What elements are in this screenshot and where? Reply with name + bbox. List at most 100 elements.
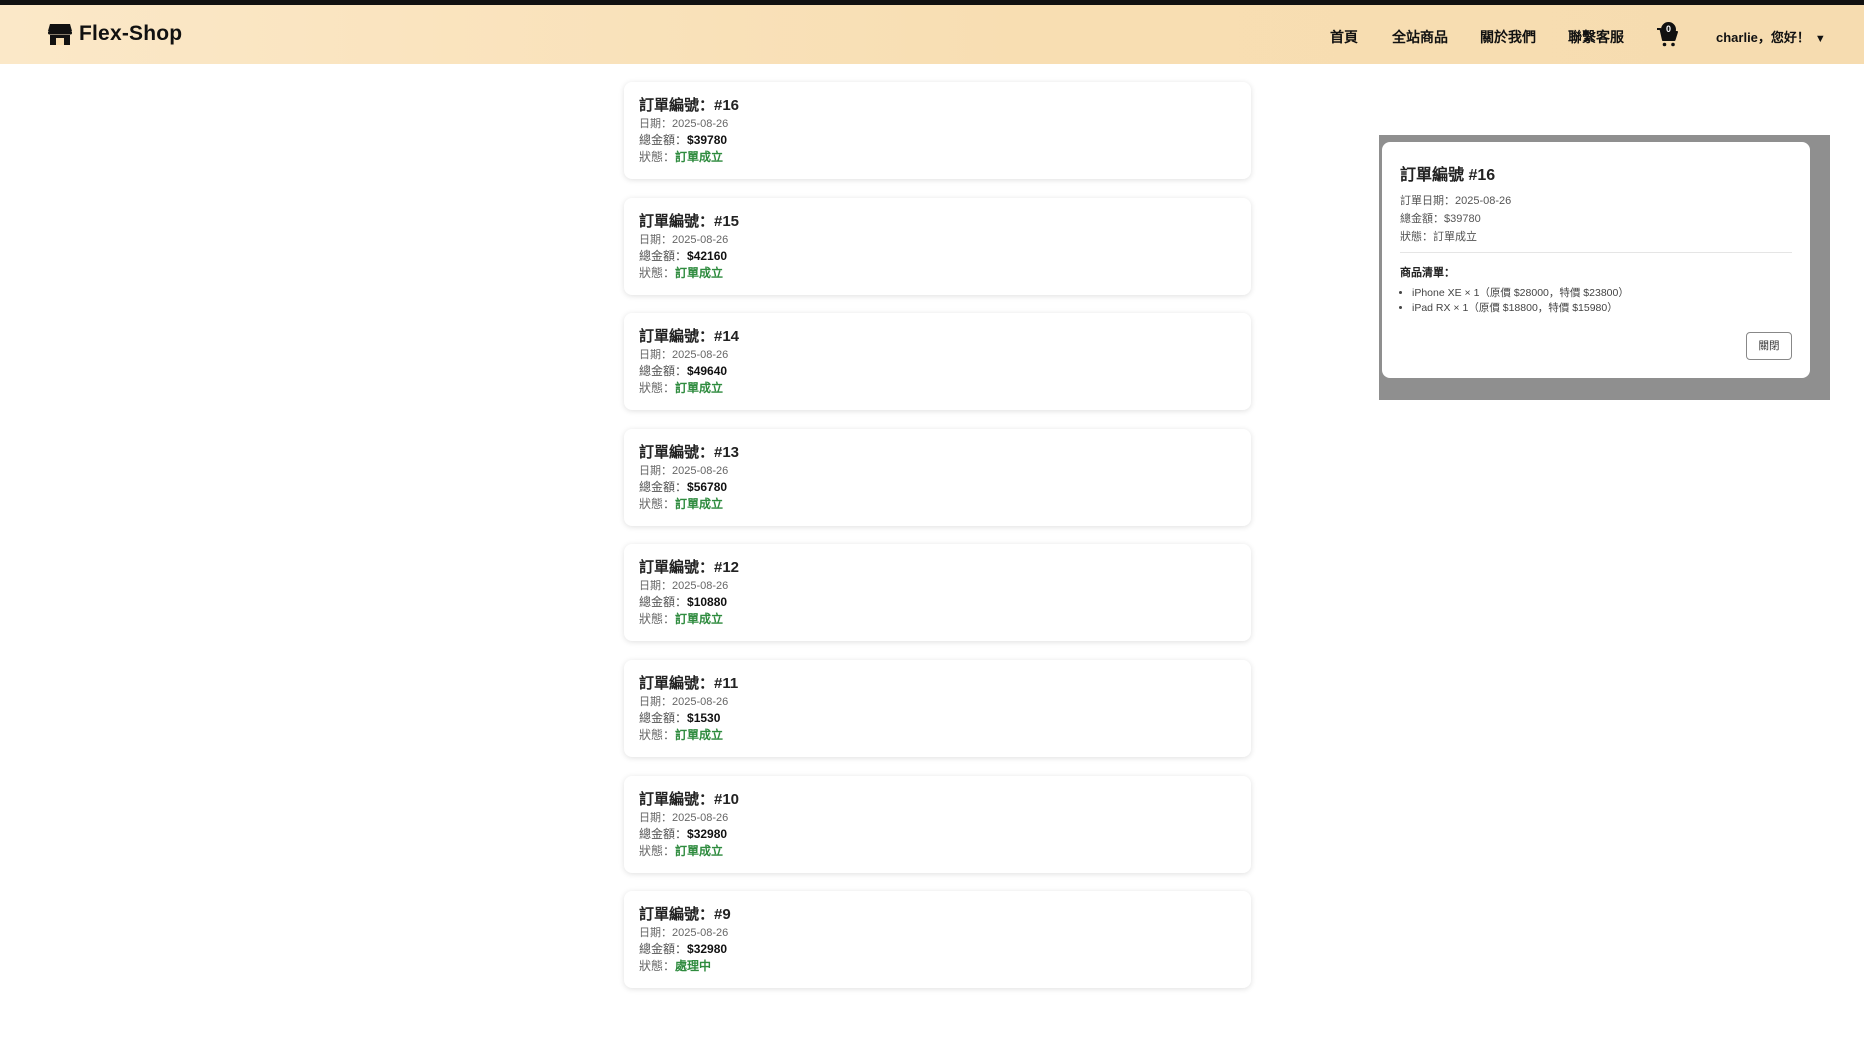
order-date-value: 2025-08-26: [672, 118, 729, 130]
order-date: 日期：2025-08-26: [639, 117, 1236, 132]
order-date-value: 2025-08-26: [672, 233, 729, 246]
order-date-value: 2025-08-26: [672, 811, 729, 824]
order-status-value: 訂單成立: [675, 381, 724, 396]
brand-name: Flex-Shop: [79, 22, 183, 45]
nav-contact-support[interactable]: 聯繫客服: [1568, 27, 1624, 47]
order-date-label: 日期：: [639, 811, 672, 824]
order-status: 狀態：訂單成立: [639, 496, 1236, 513]
order-date: 日期：2025-08-26: [639, 464, 1236, 479]
order-total-label: 總金額：: [639, 364, 688, 379]
order-title: 訂單編號：#16: [639, 97, 740, 114]
order-history-page: Flex-Shop 首頁 全站商品 關於我們 聯繫客服 0 charlie，您好…: [0, 0, 1864, 1038]
order-total-label: 總金額：: [639, 248, 688, 263]
order-status: 狀態：訂單成立: [639, 843, 1236, 860]
modal-item: iPad RX × 1（原價 $18800，特價 $15980）: [1412, 301, 1792, 316]
order-status-label: 狀態：: [639, 843, 676, 858]
nav-home[interactable]: 首頁: [1330, 27, 1358, 47]
order-date: 日期：2025-08-26: [639, 233, 1236, 248]
order-total-label: 總金額：: [639, 710, 688, 725]
order-card[interactable]: 訂單編號：#10 日期：2025-08-26 總金額：$32980 狀態：訂單成…: [624, 775, 1251, 873]
order-detail-modal: 訂單編號 #16 訂單日期：2025-08-26 總金額：$39780 狀態：訂…: [1382, 142, 1810, 378]
order-card[interactable]: 訂單編號：#14 日期：2025-08-26 總金額：$49640 狀態：訂單成…: [624, 313, 1251, 411]
order-total: 總金額：$1530: [639, 710, 1236, 727]
dropdown-caret-icon: ▼: [1814, 33, 1826, 45]
nav-about-us[interactable]: 關於我們: [1480, 27, 1536, 47]
order-total-label: 總金額：: [639, 133, 688, 147]
order-card[interactable]: 訂單編號：#9 日期：2025-08-26 總金額：$32980 狀態：處理中: [624, 891, 1251, 989]
order-date-label: 日期：: [639, 927, 672, 940]
order-status: 狀態：處理中: [639, 958, 1236, 975]
order-date-label: 日期：: [639, 349, 672, 362]
order-date-value: 2025-08-26: [672, 927, 729, 940]
order-date-label: 日期：: [639, 580, 672, 593]
order-total-label: 總金額：: [639, 826, 688, 841]
order-total: 總金額：$42160: [639, 248, 1236, 265]
order-status: 狀態：訂單成立: [639, 380, 1236, 397]
order-title: 訂單編號：#15: [639, 212, 740, 230]
order-total-label: 總金額：: [639, 479, 688, 494]
order-date: 日期：2025-08-26: [639, 811, 1236, 826]
order-card[interactable]: 訂單編號：#13 日期：2025-08-26 總金額：$56780 狀態：訂單成…: [624, 428, 1251, 526]
order-status: 狀態：訂單成立: [639, 727, 1236, 744]
nav-all-products[interactable]: 全站商品: [1392, 27, 1448, 47]
order-status-value: 訂單成立: [675, 496, 724, 511]
order-total-label: 總金額：: [639, 595, 688, 610]
user-menu[interactable]: charlie，您好！ ▼: [1716, 27, 1826, 46]
order-status-value: 訂單成立: [675, 612, 724, 627]
order-total: 總金額：$32980: [639, 826, 1236, 843]
order-date-value: 2025-08-26: [672, 580, 729, 593]
order-status-value: 訂單成立: [675, 727, 724, 742]
order-total: 總金額：$49640: [639, 363, 1236, 380]
order-date: 日期：2025-08-26: [639, 695, 1236, 710]
brand-logo[interactable]: Flex-Shop: [47, 22, 182, 46]
modal-items-label: 商品清單：: [1400, 267, 1455, 279]
modal-order-info: 訂單日期：2025-08-26 總金額：$39780 狀態：訂單成立: [1400, 192, 1792, 246]
order-total-value: $39780: [687, 133, 728, 147]
order-date-value: 2025-08-26: [672, 695, 729, 708]
order-status-label: 狀態：: [639, 150, 676, 164]
order-card[interactable]: 訂單編號：#16 日期：2025-08-26 總金額：$39780 狀態：訂單成…: [624, 82, 1251, 179]
order-total: 總金額：$32980: [639, 941, 1236, 958]
order-total-value: $49640: [687, 364, 728, 379]
order-list: 訂單編號：#16 日期：2025-08-26 總金額：$39780 狀態：訂單成…: [624, 82, 1251, 1007]
modal-divider: [1400, 252, 1792, 253]
modal-item: iPhone XE × 1（原價 $28000，特價 $23800）: [1412, 286, 1792, 301]
order-card[interactable]: 訂單編號：#11 日期：2025-08-26 總金額：$1530 狀態：訂單成立: [624, 659, 1251, 757]
order-total-value: $1530: [687, 710, 721, 725]
modal-order-total: 總金額：$39780: [1400, 213, 1481, 225]
order-title: 訂單編號：#10: [639, 790, 740, 808]
order-status: 狀態：訂單成立: [639, 265, 1236, 282]
order-total: 總金額：$39780: [639, 132, 1236, 149]
user-greeting: charlie，您好！: [1716, 30, 1810, 45]
order-date-label: 日期：: [639, 695, 672, 708]
modal-title: 訂單編號 #16: [1400, 167, 1496, 184]
cart-count-badge: 0: [1661, 22, 1676, 37]
order-title: 訂單編號：#13: [639, 443, 740, 461]
order-total-value: $32980: [687, 942, 728, 957]
order-status-label: 狀態：: [639, 959, 676, 974]
order-date-value: 2025-08-26: [672, 464, 729, 477]
order-date-label: 日期：: [639, 464, 672, 477]
order-card[interactable]: 訂單編號：#12 日期：2025-08-26 總金額：$10880 狀態：訂單成…: [624, 544, 1251, 642]
order-total-value: $10880: [687, 595, 728, 610]
order-status-label: 狀態：: [639, 612, 676, 627]
order-total-value: $32980: [687, 826, 728, 841]
navbar: Flex-Shop 首頁 全站商品 關於我們 聯繫客服 0 charlie，您好…: [0, 5, 1864, 64]
order-date-value: 2025-08-26: [672, 349, 729, 362]
modal-order-status: 狀態：訂單成立: [1400, 231, 1477, 243]
order-total-value: $56780: [687, 479, 728, 494]
store-icon: [47, 22, 73, 46]
order-card[interactable]: 訂單編號：#15 日期：2025-08-26 總金額：$42160 狀態：訂單成…: [624, 197, 1251, 295]
modal-item-list: iPhone XE × 1（原價 $28000，特價 $23800） iPad …: [1400, 286, 1792, 316]
order-title: 訂單編號：#14: [639, 328, 740, 346]
order-status-label: 狀態：: [639, 496, 676, 511]
order-title: 訂單編號：#9: [639, 906, 731, 924]
order-status-value: 訂單成立: [675, 265, 724, 280]
order-total: 總金額：$56780: [639, 479, 1236, 496]
close-button[interactable]: 關閉: [1746, 332, 1792, 360]
order-status: 狀態：訂單成立: [639, 149, 1236, 166]
order-status-label: 狀態：: [639, 727, 676, 742]
order-total: 總金額：$10880: [639, 594, 1236, 611]
order-status-label: 狀態：: [639, 265, 676, 280]
order-status: 狀態：訂單成立: [639, 611, 1236, 628]
